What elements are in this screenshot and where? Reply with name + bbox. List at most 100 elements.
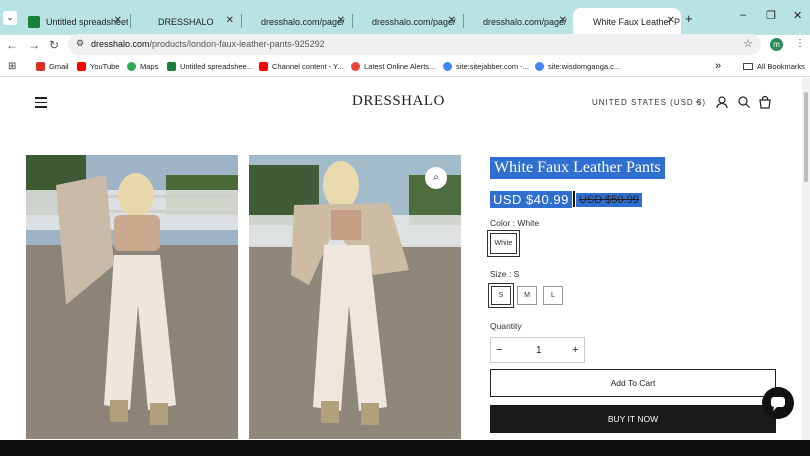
product-title: White Faux Leather Pants xyxy=(490,157,665,179)
bookmark-label: site:sitejabber.com -... xyxy=(456,62,529,71)
all-bookmarks-label: All Bookmarks xyxy=(757,62,805,71)
bookmark-label: YouTube xyxy=(90,62,120,71)
hamburger-menu-icon[interactable] xyxy=(35,97,47,111)
tab-dresshalo[interactable]: DRESSHALO ✕ xyxy=(132,8,240,35)
bookmark-star-icon[interactable]: ☆ xyxy=(743,37,753,50)
tab-label: dresshalo.com/page/ xyxy=(372,16,456,27)
new-tab-button[interactable]: + xyxy=(685,11,693,26)
search-icon[interactable] xyxy=(737,95,751,109)
buy-now-button[interactable]: BUY IT NOW xyxy=(490,405,776,433)
taskbar xyxy=(0,440,810,456)
menu-icon[interactable]: ⋮ xyxy=(795,38,805,49)
back-icon[interactable]: ← xyxy=(6,38,18,52)
forward-icon[interactable]: → xyxy=(28,38,40,52)
gmail-icon xyxy=(36,62,45,71)
restore-button[interactable]: ❐ xyxy=(766,9,776,22)
tab-divider xyxy=(352,14,353,28)
close-tab-icon[interactable]: ✕ xyxy=(114,15,122,26)
maps-icon xyxy=(127,62,136,71)
product-price: USD $40.99 xyxy=(490,191,572,208)
product-page: DRESSHALO UNITED STATES (USD $) ⌄ ⌕ Whit… xyxy=(0,78,810,456)
chat-bubble-icon xyxy=(771,397,785,411)
bookmarks-bar: ⊞ Gmail YouTube Maps Untitled spreadshee… xyxy=(0,57,810,77)
tab-label: dresshalo.com/page/ xyxy=(483,16,567,27)
close-tab-icon[interactable]: ✕ xyxy=(667,15,675,26)
quantity-input[interactable]: 1 xyxy=(536,345,542,356)
color-label: Color : White xyxy=(490,218,540,228)
bookmark-sitejabber[interactable]: site:sitejabber.com -... xyxy=(443,62,529,71)
bookmark-label: Channel content - Y... xyxy=(272,62,344,71)
size-label: Size : S xyxy=(490,269,520,279)
tab-label: DRESSHALO xyxy=(158,16,214,27)
close-tab-icon[interactable]: ✕ xyxy=(337,15,345,26)
reload-icon[interactable]: ↻ xyxy=(49,38,59,52)
tab-label: dresshalo.com/page/ xyxy=(261,16,345,27)
text-cursor xyxy=(573,191,575,207)
bookmark-maps[interactable]: Maps xyxy=(127,62,158,71)
color-option-white[interactable]: White xyxy=(487,230,520,257)
tab-divider xyxy=(130,14,131,28)
zoom-icon[interactable]: ⌕ xyxy=(425,167,447,189)
bookmark-label: Maps xyxy=(140,62,159,71)
close-tab-icon[interactable]: ✕ xyxy=(559,15,567,26)
all-bookmarks-button[interactable]: All Bookmarks xyxy=(743,62,805,71)
browser-tab-bar: ⌄ Untitled spreadsheet ✕ DRESSHALO ✕ dre… xyxy=(0,0,810,35)
bookmark-spreadsheet[interactable]: Untitled spreadshee... xyxy=(167,62,253,71)
bookmark-youtube[interactable]: YouTube xyxy=(77,62,119,71)
url-path: /products/london-faux-leather-pants-9252… xyxy=(149,39,325,49)
tab-search-dropdown[interactable]: ⌄ xyxy=(3,11,17,25)
add-to-cart-button[interactable]: Add To Cart xyxy=(490,369,776,397)
youtube-icon xyxy=(77,62,86,71)
tab-white-faux-leather[interactable]: White Faux Leather P ✕ xyxy=(573,8,681,35)
cart-icon[interactable] xyxy=(758,95,772,109)
country-selector[interactable]: UNITED STATES (USD $) xyxy=(592,98,706,107)
minimize-button[interactable]: – xyxy=(740,9,746,21)
compare-at-price: USD $50.99 xyxy=(576,193,642,207)
bookmark-gmail[interactable]: Gmail xyxy=(36,62,69,71)
tab-untitled-spreadsheet[interactable]: Untitled spreadsheet ✕ xyxy=(20,8,128,35)
product-image-2[interactable]: ⌕ xyxy=(249,155,461,439)
google-icon xyxy=(443,62,452,71)
bookmark-channel-content[interactable]: Channel content - Y... xyxy=(259,62,343,71)
bookmark-latest-alerts[interactable]: Latest Online Alerts... xyxy=(351,62,435,71)
bookmark-wisdomganga[interactable]: site:wisdomganga.c... xyxy=(535,62,620,71)
tab-divider xyxy=(241,14,242,28)
url-text: dresshalo.com/products/london-faux-leath… xyxy=(91,39,325,49)
bookmark-label: Latest Online Alerts... xyxy=(364,62,436,71)
apps-grid-icon[interactable]: ⊞ xyxy=(8,61,16,72)
tab-divider xyxy=(463,14,464,28)
store-logo[interactable]: DRESSHALO xyxy=(352,93,445,110)
close-tab-icon[interactable]: ✕ xyxy=(226,15,234,26)
quantity-stepper: − 1 + xyxy=(490,337,585,363)
account-icon[interactable] xyxy=(715,95,729,109)
profile-avatar[interactable]: m xyxy=(770,38,783,51)
decrement-button[interactable]: − xyxy=(496,344,502,356)
tab-dresshalo-page-2[interactable]: dresshalo.com/page/ ✕ xyxy=(354,8,462,35)
more-bookmarks-button[interactable]: » xyxy=(715,60,721,72)
size-option-l[interactable]: L xyxy=(543,286,563,305)
google-icon xyxy=(535,62,544,71)
close-tab-icon[interactable]: ✕ xyxy=(448,15,456,26)
close-window-button[interactable]: ✕ xyxy=(793,9,802,22)
product-image-1[interactable] xyxy=(26,155,238,439)
sheets-icon xyxy=(28,15,40,28)
tab-dresshalo-page-3[interactable]: dresshalo.com/page/ ✕ xyxy=(465,8,573,35)
bookmark-label: Untitled spreadshee... xyxy=(180,62,253,71)
url-domain: dresshalo.com xyxy=(91,39,150,49)
size-option-m[interactable]: M xyxy=(517,286,537,305)
scrollbar-thumb[interactable] xyxy=(804,92,808,182)
sheets-icon xyxy=(167,62,176,71)
increment-button[interactable]: + xyxy=(572,344,578,356)
folder-icon xyxy=(743,63,753,70)
chevron-down-icon: ⌄ xyxy=(694,96,701,105)
address-bar[interactable]: ⚙ dresshalo.com/products/london-faux-lea… xyxy=(68,34,761,55)
site-info-icon[interactable]: ⚙ xyxy=(76,38,84,49)
product-photo-front xyxy=(26,155,238,439)
youtube-icon xyxy=(259,62,268,71)
tab-dresshalo-page-1[interactable]: dresshalo.com/page/ ✕ xyxy=(243,8,351,35)
chat-button[interactable] xyxy=(762,387,794,419)
alert-icon xyxy=(351,62,360,71)
quantity-label: Quantity xyxy=(490,321,522,331)
bookmark-label: Gmail xyxy=(49,62,69,71)
size-option-s[interactable]: S xyxy=(488,283,514,308)
